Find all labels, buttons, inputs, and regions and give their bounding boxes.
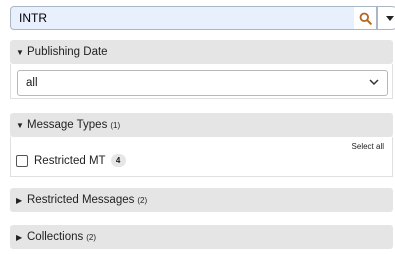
search-icon	[359, 12, 372, 25]
expanded-triangle-icon: ▼	[16, 47, 24, 57]
restricted-mt-count-badge: 4	[110, 154, 126, 167]
search-bar	[10, 6, 395, 30]
collections-header[interactable]: ▶ Collections (2)	[10, 225, 393, 249]
message-types-body: Select all Restricted MT 4	[10, 137, 393, 177]
search-options-button[interactable]	[377, 6, 395, 30]
collapsed-triangle-icon: ▶	[16, 232, 23, 242]
publishing-date-facet: ▼ Publishing Date all	[10, 40, 393, 99]
caret-down-icon	[386, 15, 394, 21]
restricted-messages-title: Restricted Messages	[27, 194, 135, 206]
message-types-title: Message Types	[27, 119, 108, 131]
publishing-date-select[interactable]: all	[17, 70, 388, 96]
restricted-mt-checkbox[interactable]	[16, 154, 28, 167]
chevron-down-icon	[369, 79, 379, 86]
message-types-count: (1)	[110, 120, 121, 130]
search-input[interactable]	[10, 6, 356, 30]
collapsed-triangle-icon: ▶	[16, 195, 23, 205]
publishing-date-selected-value: all	[26, 77, 38, 89]
collections-facet: ▶ Collections (2)	[10, 225, 393, 249]
select-all-link[interactable]: Select all	[352, 142, 384, 151]
publishing-date-title: Publishing Date	[27, 46, 108, 58]
restricted-messages-header[interactable]: ▶ Restricted Messages (2)	[10, 188, 393, 212]
collections-title: Collections	[27, 231, 84, 243]
restricted-messages-count: (2)	[137, 195, 148, 205]
message-types-facet: ▼ Message Types (1) Select all Restricte…	[10, 113, 393, 177]
collections-count: (2)	[86, 232, 97, 242]
publishing-date-header[interactable]: ▼ Publishing Date	[10, 40, 393, 64]
restricted-mt-label: Restricted MT	[34, 154, 106, 167]
message-type-option[interactable]: Restricted MT 4	[16, 154, 126, 167]
expanded-triangle-icon: ▼	[16, 120, 24, 130]
message-types-header[interactable]: ▼ Message Types (1)	[10, 113, 393, 137]
restricted-messages-facet: ▶ Restricted Messages (2)	[10, 188, 393, 212]
publishing-date-body: all	[10, 64, 393, 99]
search-button[interactable]	[354, 6, 377, 30]
